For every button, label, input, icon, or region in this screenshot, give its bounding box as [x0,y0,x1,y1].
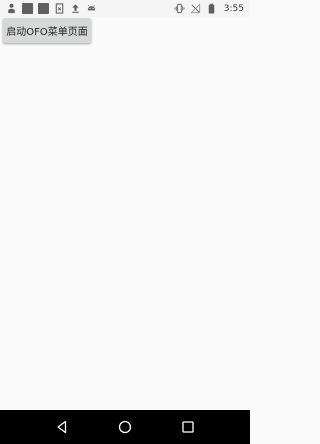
recents-icon [182,421,194,433]
square-app-icon [22,3,33,14]
back-icon [57,420,66,434]
no-signal-icon [190,3,201,14]
home-icon [118,420,132,434]
status-system: 3:55 [174,3,244,14]
status-time: 3:55 [223,3,244,14]
android-icon [86,3,97,14]
battery-icon [206,3,217,14]
navigation-bar [0,410,250,444]
home-button[interactable] [114,416,136,438]
person-icon [6,3,17,14]
document-icon [54,3,65,14]
screen: 3:55 启动OFO菜单页面 [0,0,250,444]
recents-button[interactable] [177,416,199,438]
vibrate-icon [174,3,185,14]
square-app-icon [38,3,49,14]
back-button[interactable] [51,416,73,438]
status-bar: 3:55 [0,0,250,17]
status-notifications [6,3,97,14]
upload-icon [70,3,81,14]
launch-ofo-menu-button[interactable]: 启动OFO菜单页面 [3,18,91,43]
